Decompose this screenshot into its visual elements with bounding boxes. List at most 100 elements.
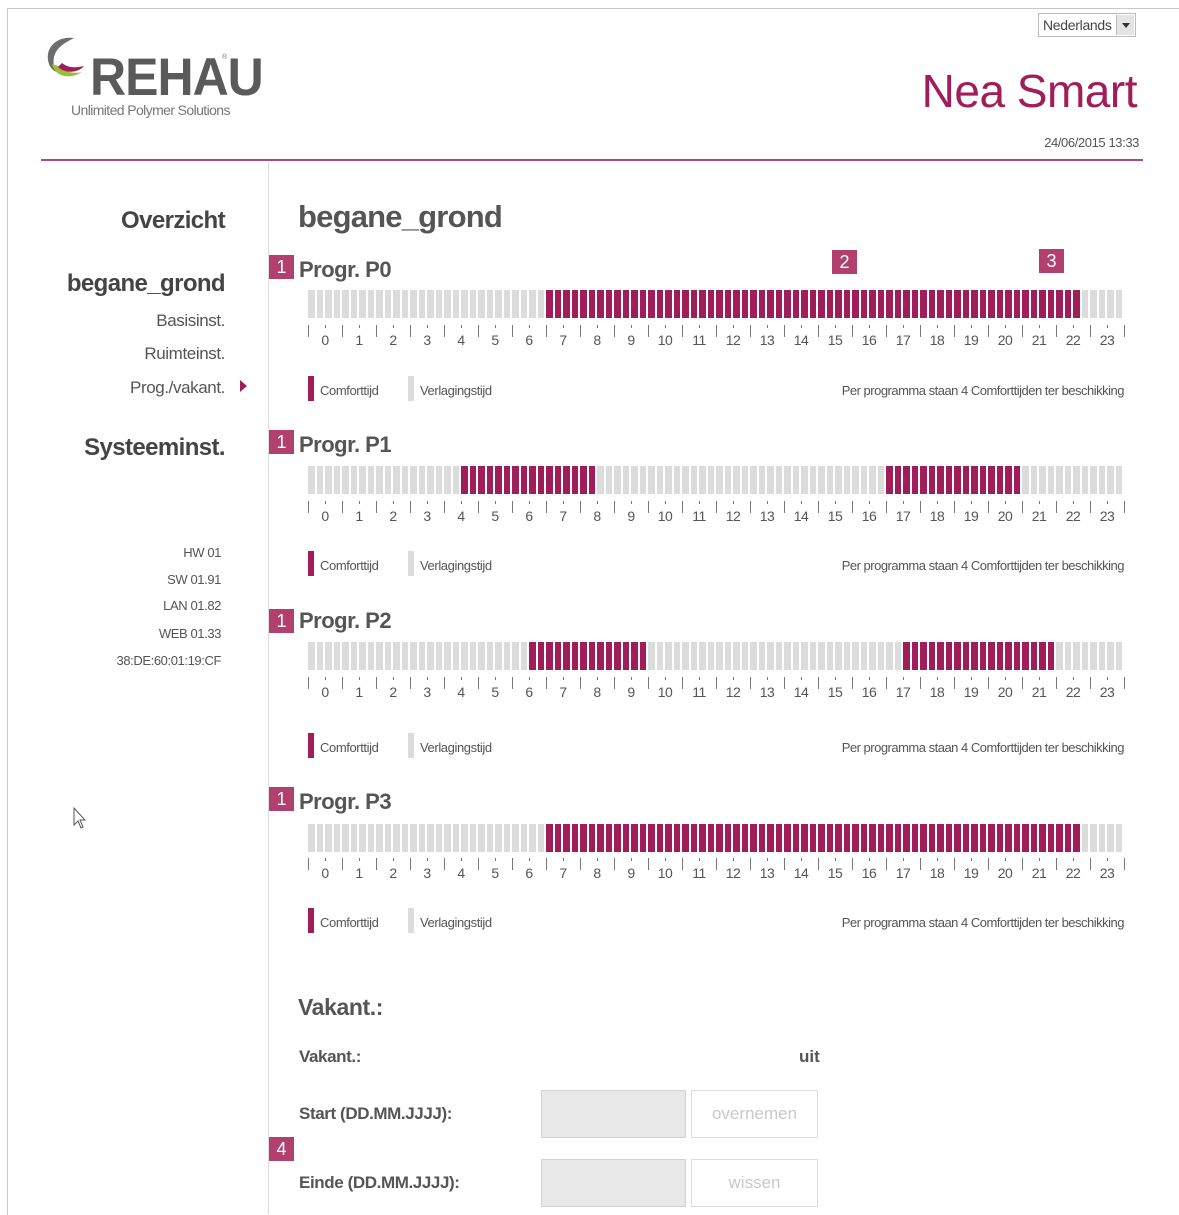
- reduced-segment[interactable]: [1115, 290, 1122, 318]
- comfort-segment[interactable]: [546, 824, 553, 852]
- comfort-segment[interactable]: [580, 824, 587, 852]
- comfort-segment[interactable]: [911, 642, 918, 670]
- reduced-segment[interactable]: [452, 642, 459, 670]
- reduced-segment[interactable]: [333, 642, 340, 670]
- reduced-segment[interactable]: [622, 466, 629, 494]
- comfort-segment[interactable]: [809, 824, 816, 852]
- comfort-segment[interactable]: [571, 290, 578, 318]
- comfort-segment[interactable]: [699, 290, 706, 318]
- reduced-segment[interactable]: [869, 466, 876, 494]
- comfort-segment[interactable]: [724, 824, 731, 852]
- reduced-segment[interactable]: [350, 290, 357, 318]
- comfort-segment[interactable]: [886, 290, 893, 318]
- comfort-segment[interactable]: [920, 466, 927, 494]
- reduced-segment[interactable]: [699, 642, 706, 670]
- reduced-segment[interactable]: [682, 642, 689, 670]
- program-timeline[interactable]: [308, 290, 1124, 318]
- reduced-segment[interactable]: [401, 642, 408, 670]
- reduced-segment[interactable]: [478, 824, 485, 852]
- reduced-segment[interactable]: [444, 642, 451, 670]
- reduced-segment[interactable]: [767, 642, 774, 670]
- reduced-segment[interactable]: [1081, 642, 1088, 670]
- comfort-segment[interactable]: [1030, 290, 1037, 318]
- reduced-segment[interactable]: [818, 642, 825, 670]
- comfort-segment[interactable]: [1064, 824, 1071, 852]
- comfort-segment[interactable]: [784, 290, 791, 318]
- comfort-segment[interactable]: [1039, 290, 1046, 318]
- reduced-segment[interactable]: [1081, 466, 1088, 494]
- reduced-segment[interactable]: [359, 290, 366, 318]
- comfort-segment[interactable]: [656, 290, 663, 318]
- comfort-segment[interactable]: [597, 824, 604, 852]
- comfort-segment[interactable]: [937, 642, 944, 670]
- reduced-segment[interactable]: [724, 642, 731, 670]
- comfort-segment[interactable]: [682, 290, 689, 318]
- reduced-segment[interactable]: [495, 290, 502, 318]
- reduced-segment[interactable]: [486, 642, 493, 670]
- reduced-segment[interactable]: [1115, 466, 1122, 494]
- reduced-segment[interactable]: [733, 466, 740, 494]
- comfort-segment[interactable]: [486, 466, 493, 494]
- reduced-segment[interactable]: [350, 466, 357, 494]
- reduced-segment[interactable]: [410, 642, 417, 670]
- reduced-segment[interactable]: [1081, 290, 1088, 318]
- comfort-segment[interactable]: [996, 642, 1003, 670]
- comfort-segment[interactable]: [945, 290, 952, 318]
- reduced-segment[interactable]: [758, 466, 765, 494]
- comfort-segment[interactable]: [971, 290, 978, 318]
- comfort-segment[interactable]: [894, 466, 901, 494]
- reduced-segment[interactable]: [673, 466, 680, 494]
- comfort-segment[interactable]: [894, 290, 901, 318]
- reduced-segment[interactable]: [792, 466, 799, 494]
- comfort-segment[interactable]: [971, 824, 978, 852]
- reduced-segment[interactable]: [359, 642, 366, 670]
- reduced-segment[interactable]: [1056, 642, 1063, 670]
- comfort-segment[interactable]: [631, 824, 638, 852]
- reduced-segment[interactable]: [316, 642, 323, 670]
- reduced-segment[interactable]: [1030, 466, 1037, 494]
- nav-systeeminst[interactable]: Systeeminst.: [84, 434, 225, 462]
- reduced-segment[interactable]: [648, 466, 655, 494]
- reduced-segment[interactable]: [512, 290, 519, 318]
- reduced-segment[interactable]: [325, 642, 332, 670]
- reduced-segment[interactable]: [529, 290, 536, 318]
- comfort-segment[interactable]: [809, 290, 816, 318]
- reduced-segment[interactable]: [435, 290, 442, 318]
- reduced-segment[interactable]: [860, 466, 867, 494]
- comfort-segment[interactable]: [1047, 290, 1054, 318]
- reduced-segment[interactable]: [1098, 290, 1105, 318]
- comfort-segment[interactable]: [945, 466, 952, 494]
- comfort-segment[interactable]: [1030, 824, 1037, 852]
- reduced-segment[interactable]: [656, 642, 663, 670]
- comfort-segment[interactable]: [792, 824, 799, 852]
- reduced-segment[interactable]: [461, 642, 468, 670]
- reduced-segment[interactable]: [469, 642, 476, 670]
- comfort-segment[interactable]: [707, 824, 714, 852]
- comfort-segment[interactable]: [622, 290, 629, 318]
- reduced-segment[interactable]: [512, 642, 519, 670]
- comfort-segment[interactable]: [648, 824, 655, 852]
- reduced-segment[interactable]: [435, 642, 442, 670]
- reduced-segment[interactable]: [325, 824, 332, 852]
- reduced-segment[interactable]: [410, 290, 417, 318]
- reduced-segment[interactable]: [401, 824, 408, 852]
- comfort-segment[interactable]: [784, 824, 791, 852]
- comfort-segment[interactable]: [512, 466, 519, 494]
- comfort-segment[interactable]: [869, 824, 876, 852]
- comfort-segment[interactable]: [928, 824, 935, 852]
- vacation-end-input[interactable]: [541, 1159, 686, 1207]
- comfort-segment[interactable]: [588, 466, 595, 494]
- reduced-segment[interactable]: [1022, 466, 1029, 494]
- reduced-segment[interactable]: [656, 466, 663, 494]
- reduced-segment[interactable]: [410, 824, 417, 852]
- reduced-segment[interactable]: [376, 824, 383, 852]
- comfort-segment[interactable]: [894, 824, 901, 852]
- reduced-segment[interactable]: [427, 642, 434, 670]
- comfort-segment[interactable]: [571, 466, 578, 494]
- reduced-segment[interactable]: [869, 642, 876, 670]
- reduced-segment[interactable]: [452, 824, 459, 852]
- comfort-segment[interactable]: [665, 824, 672, 852]
- comfort-segment[interactable]: [554, 824, 561, 852]
- comfort-segment[interactable]: [996, 290, 1003, 318]
- comfort-segment[interactable]: [733, 290, 740, 318]
